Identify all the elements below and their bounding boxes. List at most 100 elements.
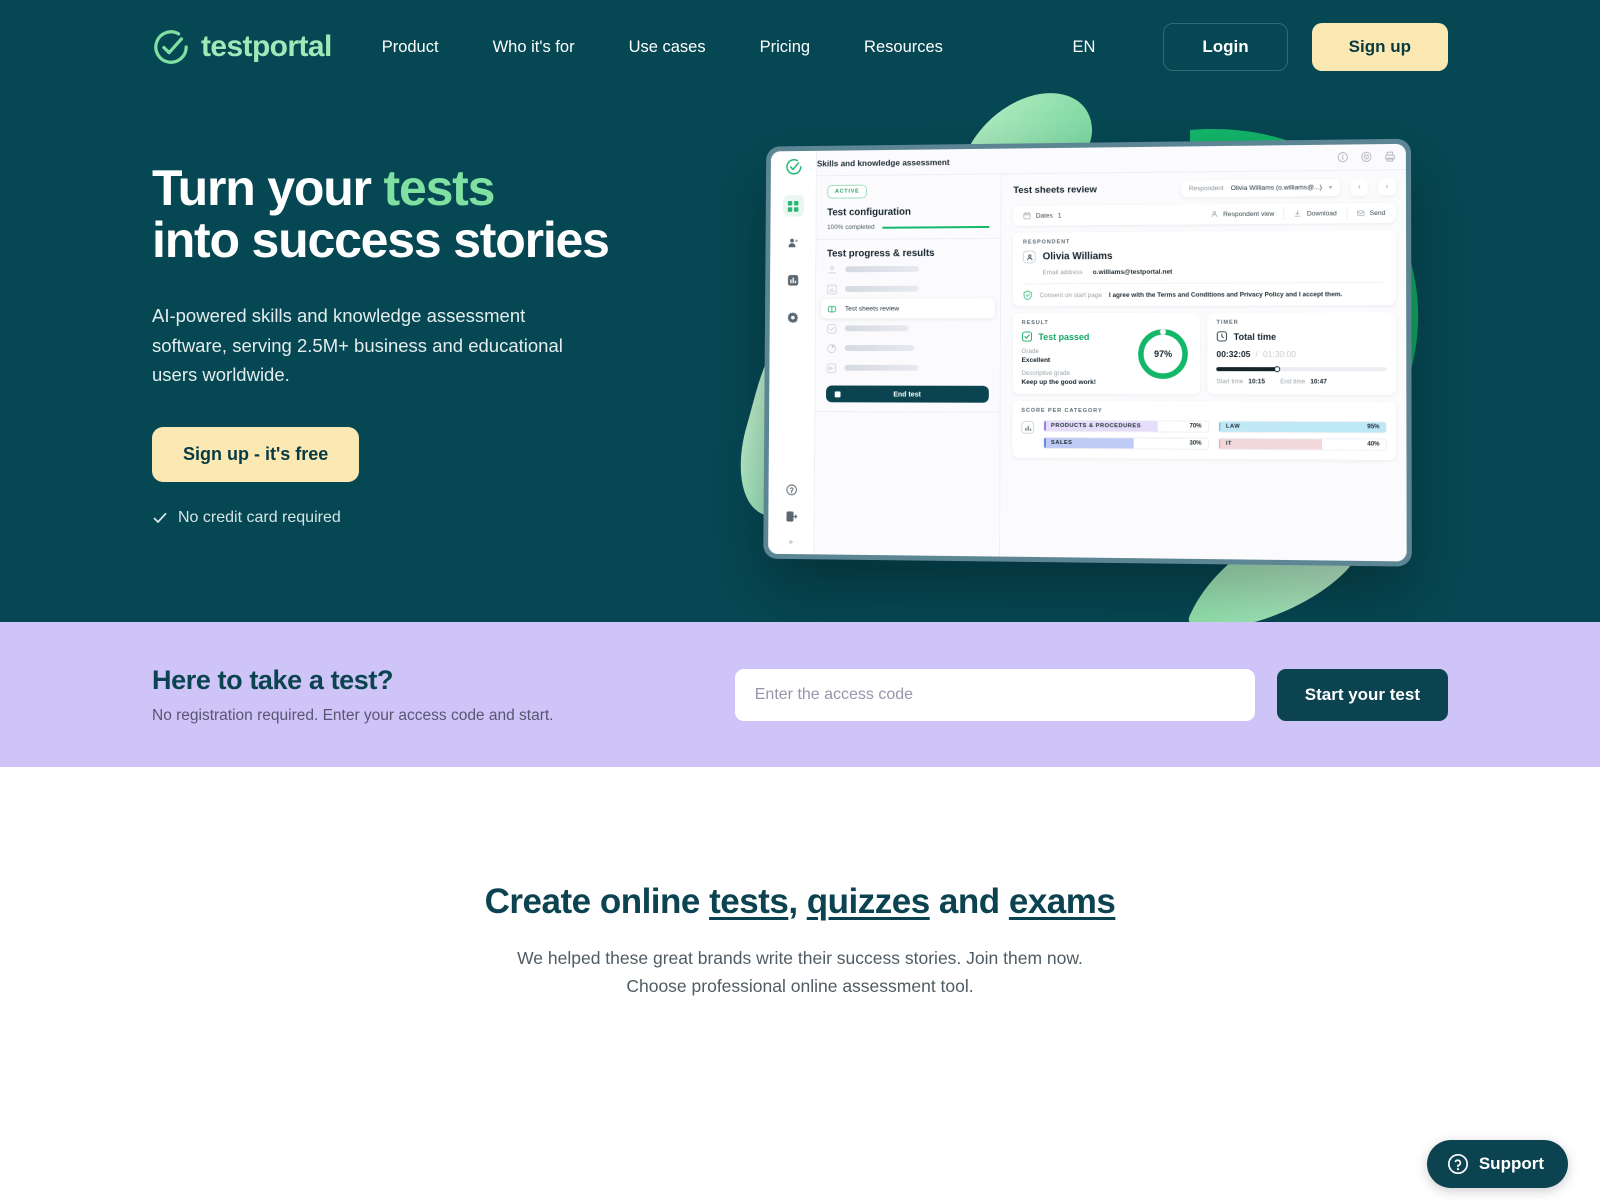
toolbar-download-label: Download bbox=[1306, 209, 1337, 218]
list-item[interactable] bbox=[821, 259, 995, 280]
toolbar-dates[interactable]: Dates 1 bbox=[1023, 212, 1061, 220]
brands-paragraph-line1: We helped these great brands write their… bbox=[517, 948, 1083, 968]
brands-paragraph-line2: Choose professional online assessment to… bbox=[626, 976, 974, 996]
respondent-select-value: Olivia Williams (o.williams@...) bbox=[1230, 184, 1322, 193]
timer-title: Total time bbox=[1233, 331, 1277, 342]
panel-divider-bottom bbox=[815, 411, 1000, 413]
support-button[interactable]: Support bbox=[1426, 1140, 1568, 1188]
no-credit-card-text: No credit card required bbox=[178, 508, 341, 526]
signup-button[interactable]: Sign up bbox=[1311, 23, 1448, 71]
respondent-name: Olivia Williams bbox=[1042, 251, 1113, 263]
score-value: 40% bbox=[1367, 441, 1380, 448]
sidebar-item-reports[interactable] bbox=[782, 269, 803, 291]
score-name: IT bbox=[1225, 440, 1232, 447]
target-icon[interactable] bbox=[1361, 151, 1372, 162]
list-item[interactable] bbox=[821, 318, 995, 338]
nav-link-product[interactable]: Product bbox=[382, 28, 439, 67]
mockup-topbar-icons bbox=[1337, 151, 1395, 163]
toolbar-respondent-view[interactable]: Respondent view bbox=[1210, 210, 1274, 219]
status-badge: ACTIVE bbox=[827, 184, 868, 199]
checkbox-icon bbox=[826, 323, 837, 334]
hero-cta-button[interactable]: Sign up - it's free bbox=[152, 426, 360, 482]
result-status: Test passed bbox=[1038, 331, 1090, 342]
email-label: Email address bbox=[1042, 269, 1083, 277]
consent-value: I agree with the Terms and Conditions an… bbox=[1108, 290, 1343, 299]
chart-icon bbox=[787, 275, 798, 286]
score-column-left: PRODUCTS & PROCEDURES 70% SALES 30% bbox=[1042, 419, 1209, 450]
list-item[interactable] bbox=[820, 338, 995, 358]
score-row: IT 40% bbox=[1217, 437, 1387, 451]
score-value: 30% bbox=[1189, 440, 1202, 447]
nav-link-resources[interactable]: Resources bbox=[864, 28, 943, 67]
toolbar-send[interactable]: Send bbox=[1356, 209, 1385, 217]
toolbar-download[interactable]: Download bbox=[1294, 209, 1337, 217]
no-credit-card-note: No credit card required bbox=[152, 509, 672, 527]
nav-links: Product Who it's for Use cases Pricing R… bbox=[382, 28, 997, 67]
brands-title-exams: exams bbox=[1008, 882, 1116, 921]
access-code-band: Here to take a test? No registration req… bbox=[0, 622, 1600, 767]
logout-icon[interactable] bbox=[785, 511, 797, 523]
bar-chart-icon bbox=[827, 284, 838, 295]
sidebar-item-dashboard[interactable] bbox=[782, 195, 804, 217]
brand-name: testportal bbox=[201, 30, 332, 63]
progress-bar bbox=[882, 225, 990, 229]
mockup-sidebar: » bbox=[768, 150, 818, 555]
end-test-button[interactable]: End test bbox=[825, 385, 989, 403]
score-name: PRODUCTS & PROCEDURES bbox=[1050, 422, 1142, 430]
score-eyebrow: SCORE PER CATEGORY bbox=[1021, 407, 1103, 415]
brands-section: Create online tests, quizzes and exams W… bbox=[0, 767, 1600, 1200]
respondent-select-label: Respondent bbox=[1188, 185, 1224, 193]
expand-icon[interactable]: » bbox=[789, 537, 793, 546]
band-subtitle: No registration required. Enter your acc… bbox=[152, 706, 554, 724]
score-row: LAW 95% bbox=[1217, 420, 1387, 434]
access-code-input[interactable] bbox=[734, 668, 1255, 721]
list-item[interactable] bbox=[820, 358, 995, 378]
score-value: 95% bbox=[1367, 424, 1380, 431]
product-screenshot-mockup: Skills and knowledge assessment » ACTIVE… bbox=[763, 138, 1412, 567]
print-icon[interactable] bbox=[1384, 151, 1395, 162]
nav-link-pricing[interactable]: Pricing bbox=[760, 28, 810, 67]
sidebar-item-users[interactable] bbox=[782, 232, 803, 254]
respondent-select[interactable]: Respondent Olivia Williams (o.williams@.… bbox=[1180, 178, 1341, 198]
prev-respondent-button[interactable]: ‹ bbox=[1350, 178, 1368, 196]
consent-row: Consent on start page I agree with the T… bbox=[1022, 281, 1386, 307]
mockup-frame: Skills and knowledge assessment » ACTIVE… bbox=[763, 138, 1412, 567]
time-values: 00:32:05 / 01:30:00 bbox=[1216, 349, 1386, 359]
top-navigation: testportal Product Who it's for Use case… bbox=[0, 0, 1600, 94]
help-icon[interactable] bbox=[785, 484, 797, 496]
hero-subtitle: AI-powered skills and knowledge assessme… bbox=[152, 305, 563, 386]
toolbar-separator bbox=[1346, 207, 1348, 220]
list-item[interactable] bbox=[821, 278, 995, 298]
hero-title-accent: tests bbox=[383, 160, 496, 216]
nav-link-use-cases[interactable]: Use cases bbox=[629, 28, 706, 67]
stop-icon bbox=[834, 390, 841, 397]
start-time-value: 10:15 bbox=[1248, 378, 1265, 386]
brands-title-part-2: , bbox=[788, 882, 807, 921]
brand-logo[interactable]: testportal bbox=[152, 28, 332, 66]
score-row: PRODUCTS & PROCEDURES 70% bbox=[1043, 419, 1209, 433]
start-time-label: Start time bbox=[1216, 378, 1244, 386]
check-square-icon bbox=[1022, 331, 1033, 342]
login-button[interactable]: Login bbox=[1163, 23, 1288, 71]
support-label: Support bbox=[1478, 1154, 1544, 1173]
next-respondent-button[interactable]: › bbox=[1378, 178, 1396, 196]
respondent-identity: Olivia Williams bbox=[1022, 248, 1386, 264]
band-text: Here to take a test? No registration req… bbox=[152, 665, 712, 725]
envelope-icon bbox=[1356, 209, 1364, 217]
score-chart-icon bbox=[1021, 420, 1035, 434]
start-test-button[interactable]: Start your test bbox=[1276, 668, 1448, 721]
brands-title-part-0: Create online bbox=[484, 882, 710, 921]
list-item-test-sheets-review[interactable]: Test sheets review bbox=[820, 298, 996, 319]
question-circle-icon bbox=[1447, 1154, 1468, 1174]
mockup-window-title: Skills and knowledge assessment bbox=[816, 156, 950, 168]
sidebar-logo-icon bbox=[785, 158, 802, 176]
nav-link-who-its-for[interactable]: Who it's for bbox=[493, 28, 575, 67]
language-selector[interactable]: EN bbox=[1072, 38, 1095, 57]
score-name: LAW bbox=[1225, 423, 1241, 430]
end-time-label: End time bbox=[1280, 378, 1306, 386]
brands-title-tests: tests bbox=[709, 882, 789, 921]
time-progress-knob bbox=[1273, 366, 1281, 373]
info-icon[interactable] bbox=[1337, 152, 1348, 163]
sidebar-item-settings[interactable] bbox=[782, 307, 803, 329]
score-row: SALES 30% bbox=[1042, 436, 1209, 450]
